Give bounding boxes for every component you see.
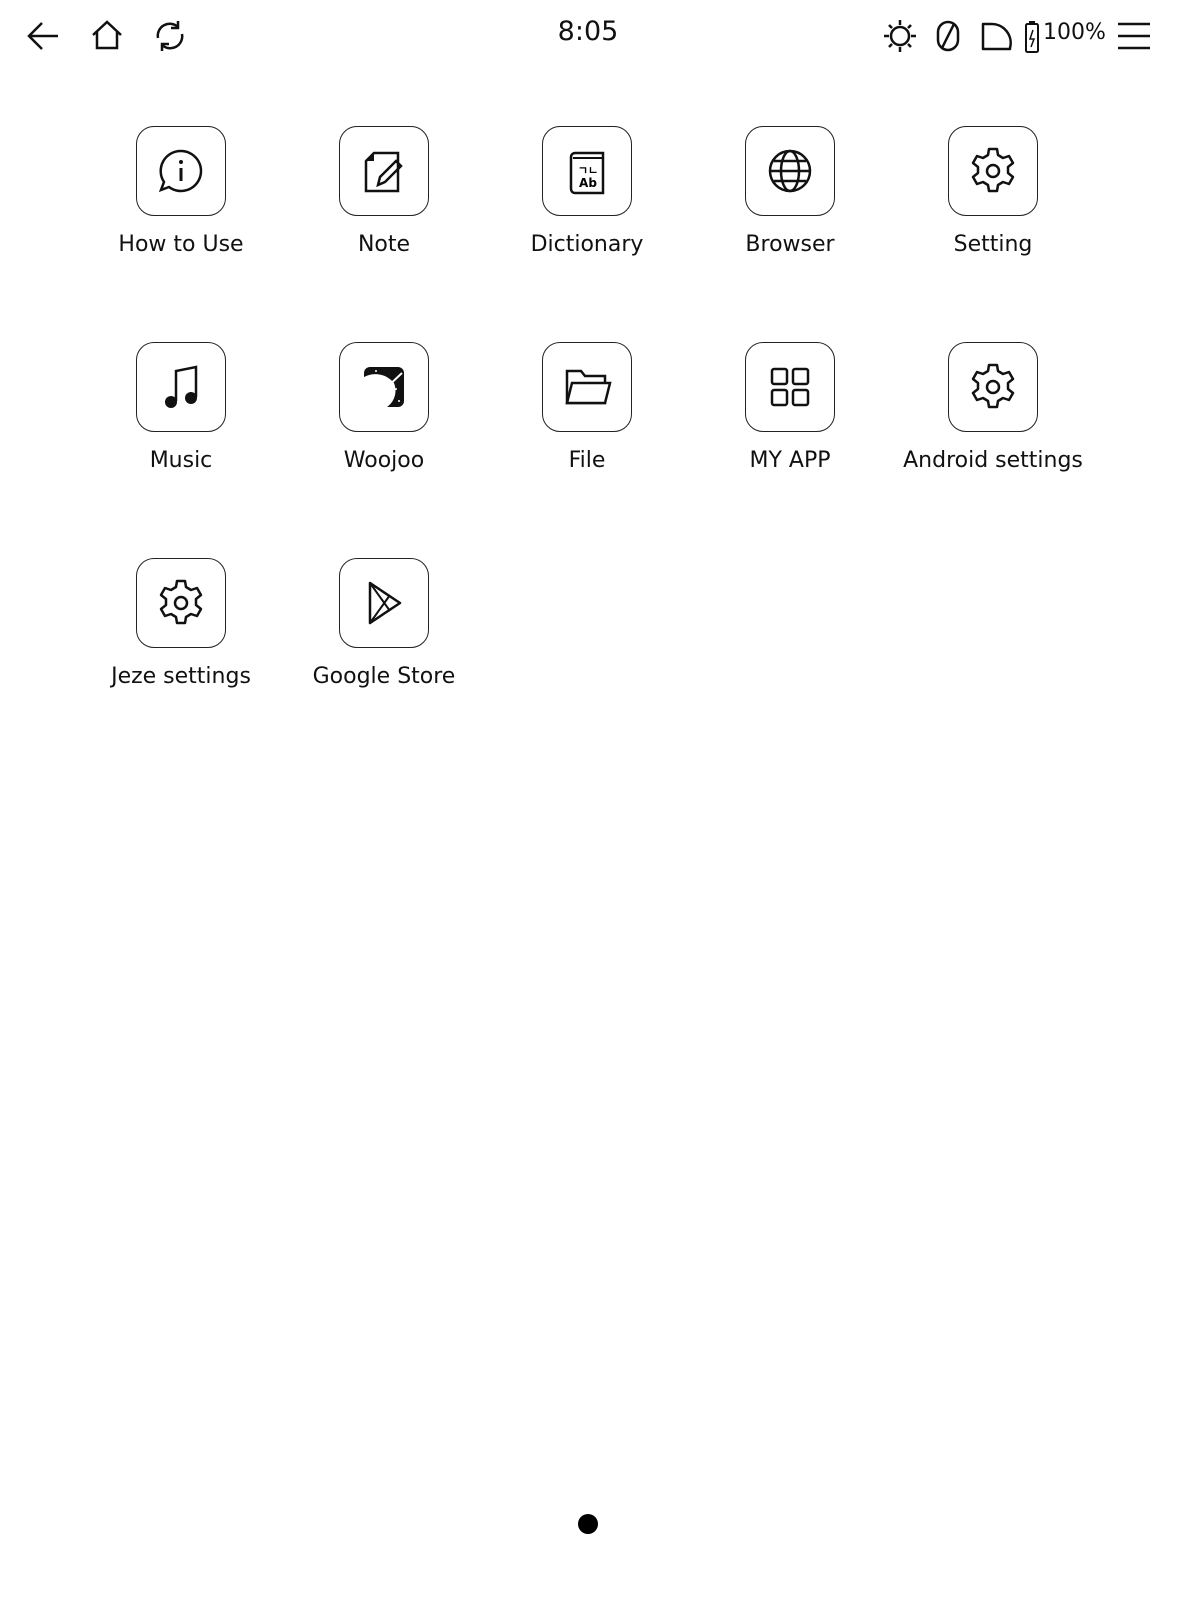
music-note-icon xyxy=(165,365,198,408)
app-file[interactable]: File xyxy=(487,342,687,473)
page-indicator-dot[interactable] xyxy=(578,1514,598,1534)
refresh-mode-button[interactable] xyxy=(974,14,1018,58)
app-dictionary[interactable]: ㄱㄴ Ab Dictionary xyxy=(487,126,687,257)
app-icon-tile[interactable] xyxy=(136,558,226,648)
app-jeze-settings[interactable]: Jeze settings xyxy=(81,558,281,689)
grid-icon xyxy=(770,367,810,407)
app-label: Woojoo xyxy=(343,448,425,473)
app-setting[interactable]: Setting xyxy=(893,126,1093,257)
app-google-store[interactable]: Google Store xyxy=(284,558,484,689)
dictionary-book-icon: ㄱㄴAb xyxy=(569,151,605,195)
battery-indicator xyxy=(1022,14,1042,58)
gear-icon xyxy=(971,363,1015,409)
app-icon-tile[interactable]: ㄱㄴ Ab xyxy=(542,126,632,216)
gear-icon xyxy=(159,579,203,625)
app-icon-tile[interactable] xyxy=(948,342,1038,432)
app-my-app[interactable]: MY APP xyxy=(690,342,890,473)
menu-button[interactable] xyxy=(1112,14,1156,58)
app-music[interactable]: Music xyxy=(81,342,281,473)
app-label: Dictionary xyxy=(530,232,644,257)
rotation-lock-icon xyxy=(936,20,960,52)
note-pencil-icon xyxy=(364,151,403,193)
menu-icon xyxy=(1118,22,1150,50)
app-icon-tile[interactable] xyxy=(745,342,835,432)
app-label: Android settings xyxy=(903,448,1083,473)
space-planet-icon xyxy=(364,367,404,411)
brightness-button[interactable] xyxy=(878,14,922,58)
gear-icon xyxy=(971,147,1015,193)
app-android-settings[interactable]: Android settings xyxy=(893,342,1093,473)
rotation-lock-button[interactable] xyxy=(926,14,970,58)
battery-charging-icon xyxy=(1025,21,1039,53)
svg-text:Ab: Ab xyxy=(579,176,597,190)
app-icon-tile[interactable] xyxy=(745,126,835,216)
app-icon-tile[interactable] xyxy=(542,342,632,432)
app-label: Note xyxy=(357,232,411,257)
app-icon-tile[interactable] xyxy=(339,126,429,216)
app-icon-tile[interactable] xyxy=(339,558,429,648)
app-label: Music xyxy=(149,448,213,473)
app-label: Google Store xyxy=(312,664,456,689)
app-label: Setting xyxy=(953,232,1033,257)
app-label: File xyxy=(568,448,606,473)
play-store-icon xyxy=(368,581,402,625)
app-label: How to Use xyxy=(118,232,244,257)
app-icon-tile[interactable] xyxy=(136,126,226,216)
app-note[interactable]: Note xyxy=(284,126,484,257)
app-label: Jeze settings xyxy=(111,664,251,689)
app-label: Browser xyxy=(745,232,835,257)
app-woojoo[interactable]: Woojoo xyxy=(284,342,484,473)
app-how-to-use[interactable]: How to Use xyxy=(81,126,281,257)
app-browser[interactable]: Browser xyxy=(690,126,890,257)
app-icon-tile[interactable] xyxy=(136,342,226,432)
globe-icon xyxy=(768,149,812,193)
quarter-circle-icon xyxy=(981,22,1012,51)
folder-icon xyxy=(565,369,612,405)
battery-percent: 100% xyxy=(1043,20,1106,45)
app-label: MY APP xyxy=(749,448,831,473)
brightness-icon xyxy=(884,20,916,52)
app-icon-tile[interactable] xyxy=(339,342,429,432)
info-chat-icon xyxy=(158,149,203,193)
app-icon-tile[interactable] xyxy=(948,126,1038,216)
